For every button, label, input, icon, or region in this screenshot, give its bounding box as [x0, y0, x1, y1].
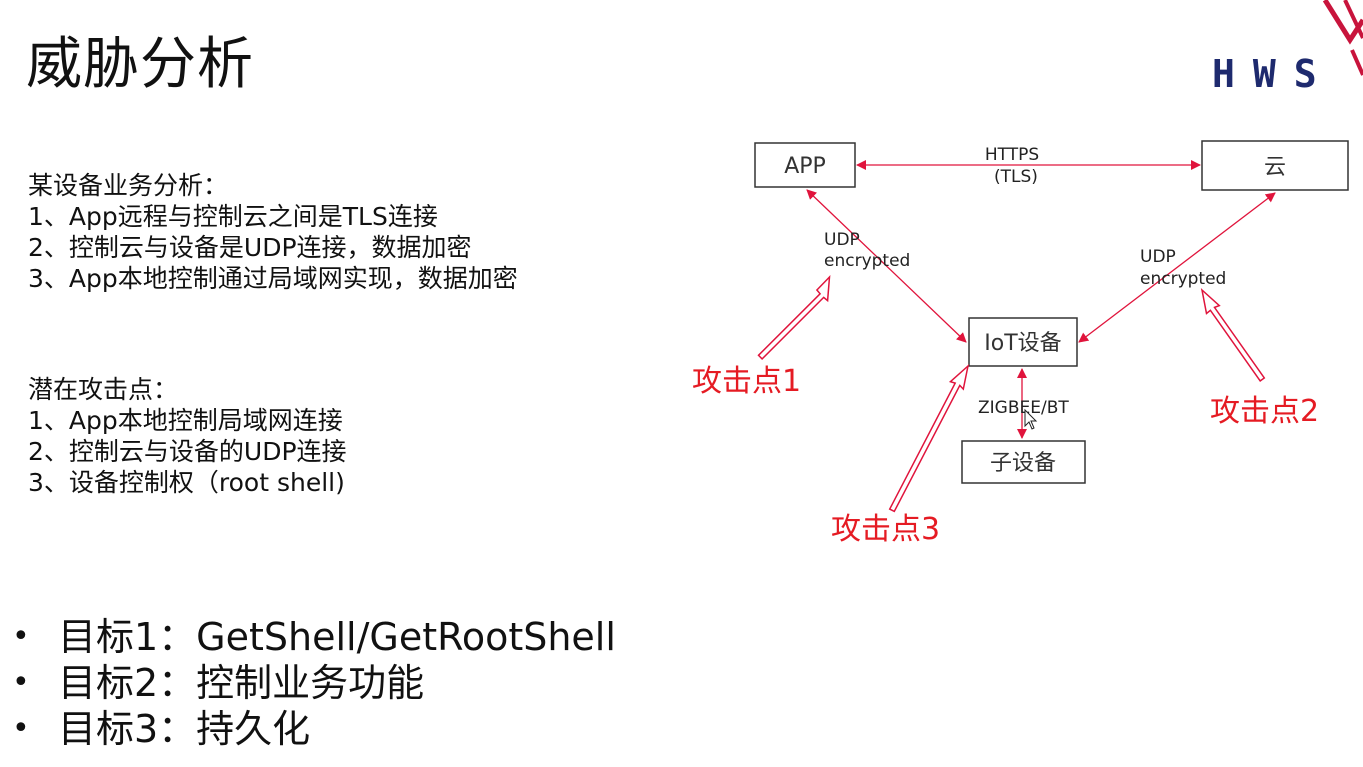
tls-label: (TLS) [994, 167, 1038, 187]
encrypted-right-label: encrypted [1140, 269, 1226, 289]
encrypted-left-label: encrypted [824, 251, 910, 271]
sub-device-node-label: 子设备 [990, 451, 1056, 476]
cloud-iot-link-arrow [1078, 192, 1276, 343]
attack-point-1-label: 攻击点1 [692, 364, 801, 399]
cloud-node-label: 云 [1264, 155, 1286, 180]
attack-point-3-label: 攻击点3 [831, 512, 940, 547]
app-node-label: APP [784, 154, 826, 179]
attack-arrow-2 [1200, 287, 1266, 382]
iot-device-node-label: IoT设备 [984, 331, 1061, 356]
network-diagram: APP 云 IoT设备 子设备 HTTPS (TLS) UDP encrypte… [692, 140, 1349, 547]
zigbee-label: ZIGBEE/BT [978, 398, 1069, 418]
https-label: HTTPS [985, 145, 1039, 165]
udp-left-label: UDP [824, 230, 860, 250]
attack-point-2-label: 攻击点2 [1210, 394, 1319, 429]
udp-right-label: UDP [1140, 247, 1176, 267]
attack-arrow-3 [888, 363, 970, 513]
attack-arrow-1 [757, 274, 831, 360]
